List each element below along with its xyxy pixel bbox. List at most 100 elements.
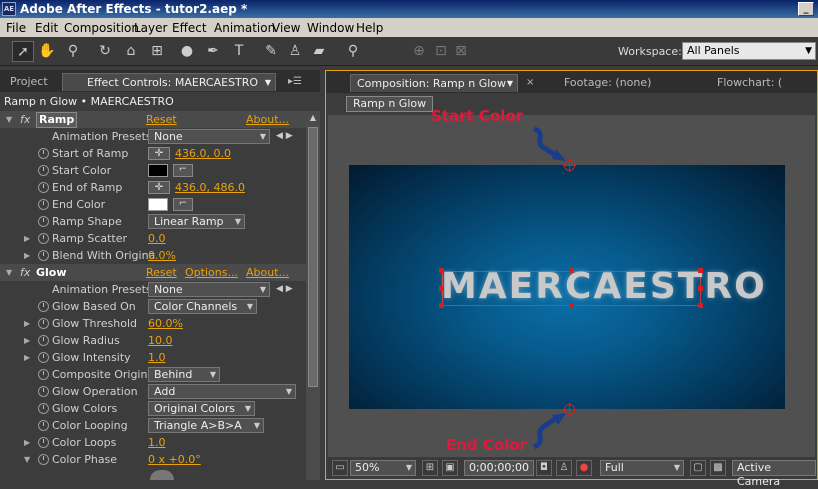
effect-row-ramp[interactable]: ▼ fx Ramp Reset About... <box>0 111 306 128</box>
comp-navigator-button[interactable]: Ramp n Glow <box>346 96 434 112</box>
expand-triangle-icon[interactable]: ▶ <box>24 315 30 332</box>
param-value[interactable]: 0 x +0.0° <box>148 451 201 468</box>
stopwatch-icon[interactable] <box>38 335 49 346</box>
transform-handle[interactable] <box>569 303 574 308</box>
ramp-shape-dropdown[interactable]: Linear Ramp ▼ <box>148 214 245 229</box>
close-icon[interactable]: × <box>520 74 540 92</box>
expand-triangle-icon[interactable]: ▼ <box>6 264 12 281</box>
expand-triangle-icon[interactable]: ▼ <box>6 111 12 128</box>
stopwatch-icon[interactable] <box>38 199 49 210</box>
snapshot-camera-icon[interactable]: ◘ <box>536 460 552 476</box>
param-value[interactable]: 436.0, 0.0 <box>175 145 231 162</box>
param-value[interactable]: 1.0 <box>148 434 166 451</box>
transform-handle[interactable] <box>569 268 574 273</box>
eyedropper-icon[interactable]: ⌐ <box>173 164 193 177</box>
expand-triangle-icon[interactable]: ▶ <box>24 230 30 247</box>
panel-menu-icon[interactable]: ▸☰ <box>282 73 308 91</box>
resolution-dropdown[interactable]: Full ▼ <box>600 460 684 476</box>
transform-handle[interactable] <box>439 286 444 291</box>
start-of-ramp-crosshair-icon[interactable] <box>563 159 576 172</box>
show-snapshot-icon[interactable]: ♙ <box>556 460 572 476</box>
composition-viewer[interactable]: MAERCAESTRO Start Color End Color <box>328 107 815 457</box>
transform-handle[interactable] <box>439 303 444 308</box>
tab-project[interactable]: Project <box>4 73 54 91</box>
effect-controls-scrollbar[interactable]: ▲ <box>306 111 320 480</box>
brush-tool-icon[interactable]: ✎ <box>260 41 282 62</box>
scroll-up-icon[interactable]: ▲ <box>306 111 320 125</box>
stopwatch-icon[interactable] <box>38 369 49 380</box>
menu-window[interactable]: Window <box>307 21 354 35</box>
pan-behind-tool-icon[interactable]: ⊞ <box>146 41 168 62</box>
crosshair-target-icon[interactable]: ✛ <box>148 181 170 194</box>
menu-animation[interactable]: Animation <box>214 21 275 35</box>
chevron-down-icon[interactable]: ▼ <box>507 75 513 93</box>
tab-footage[interactable]: Footage: (none) <box>558 74 657 92</box>
color-looping-dropdown[interactable]: Triangle A>B>A ▼ <box>148 418 264 433</box>
selection-tool-icon[interactable]: ➚ <box>12 41 34 62</box>
param-value[interactable]: 0.0 <box>148 230 166 247</box>
tab-composition[interactable]: Composition: Ramp n Glow ▼ <box>350 74 518 92</box>
minimize-button[interactable]: _ <box>798 2 814 16</box>
stopwatch-icon[interactable] <box>38 437 49 448</box>
glow-reset-link[interactable]: Reset <box>146 264 177 281</box>
crosshair-target-icon[interactable]: ✛ <box>148 147 170 160</box>
eraser-tool-icon[interactable]: ▰ <box>308 41 330 62</box>
transform-handle[interactable] <box>698 303 703 308</box>
menu-file[interactable]: File <box>6 21 26 35</box>
tab-effect-controls[interactable]: Effect Controls: MAERCAESTRO ▼ <box>62 73 276 91</box>
expand-triangle-icon[interactable]: ▶ <box>24 247 30 264</box>
effect-name-ramp[interactable]: Ramp <box>36 112 78 128</box>
current-time-display[interactable]: 0;00;00;00 <box>464 460 534 476</box>
start-color-swatch[interactable] <box>148 164 168 177</box>
pen-tool-icon[interactable]: ✒ <box>202 41 224 62</box>
clone-stamp-tool-icon[interactable]: ♙ <box>284 41 306 62</box>
stopwatch-icon[interactable] <box>38 250 49 261</box>
fx-toggle-icon[interactable]: fx <box>20 264 30 281</box>
expand-triangle-icon[interactable]: ▶ <box>24 349 30 366</box>
mask-view-icon[interactable]: ▣ <box>442 460 458 476</box>
always-preview-icon[interactable]: ▭ <box>332 460 348 476</box>
transparency-grid-icon[interactable]: ▩ <box>710 460 726 476</box>
end-color-swatch[interactable] <box>148 198 168 211</box>
glow-based-on-dropdown[interactable]: Color Channels ▼ <box>148 299 257 314</box>
region-of-interest-icon[interactable]: ▢ <box>690 460 706 476</box>
type-tool-icon[interactable]: T <box>228 41 250 62</box>
color-phase-dial-icon[interactable] <box>150 470 174 480</box>
glow-options-link[interactable]: Options... <box>185 264 238 281</box>
view-axis-icon[interactable]: ⊠ <box>450 41 472 62</box>
ramp-reset-link[interactable]: Reset <box>146 111 177 128</box>
expand-triangle-icon[interactable]: ▼ <box>24 451 30 468</box>
menu-view[interactable]: View <box>272 21 300 35</box>
animation-presets-dropdown[interactable]: None ▼ <box>148 282 270 297</box>
safe-margins-icon[interactable]: ⊞ <box>422 460 438 476</box>
stopwatch-icon[interactable] <box>38 182 49 193</box>
puppet-pin-tool-icon[interactable]: ⚲ <box>342 41 364 62</box>
composite-original-dropdown[interactable]: Behind ▼ <box>148 367 220 382</box>
stopwatch-icon[interactable] <box>38 386 49 397</box>
stopwatch-icon[interactable] <box>38 233 49 244</box>
scrollbar-thumb[interactable] <box>308 127 318 387</box>
glow-operation-dropdown[interactable]: Add ▼ <box>148 384 296 399</box>
stopwatch-icon[interactable] <box>38 420 49 431</box>
world-axis-icon[interactable]: ⊡ <box>430 41 452 62</box>
ellipse-tool-icon[interactable]: ● <box>176 41 198 62</box>
preset-nav-arrows-icon[interactable]: ◀ ▶ <box>276 281 293 298</box>
magnification-dropdown[interactable]: 50% ▼ <box>350 460 416 476</box>
stopwatch-icon[interactable] <box>38 165 49 176</box>
rotation-tool-icon[interactable]: ↻ <box>94 41 116 62</box>
menu-edit[interactable]: Edit <box>35 21 58 35</box>
menu-layer[interactable]: Layer <box>134 21 167 35</box>
workspace-dropdown[interactable]: All Panels ▼ <box>682 42 816 60</box>
hand-tool-icon[interactable]: ✋ <box>36 41 58 62</box>
eyedropper-icon[interactable]: ⌐ <box>173 198 193 211</box>
param-value[interactable]: 0.0% <box>148 247 176 264</box>
menu-composition[interactable]: Composition <box>64 21 139 35</box>
param-value[interactable]: 60.0% <box>148 315 183 332</box>
stopwatch-icon[interactable] <box>38 352 49 363</box>
expand-triangle-icon[interactable]: ▶ <box>24 434 30 451</box>
glow-colors-dropdown[interactable]: Original Colors ▼ <box>148 401 255 416</box>
chevron-down-icon[interactable]: ▼ <box>265 74 271 92</box>
transform-handle[interactable] <box>439 268 444 273</box>
ramp-about-link[interactable]: About... <box>246 111 289 128</box>
effect-row-glow[interactable]: ▼ fx Glow Reset Options... About... <box>0 264 306 281</box>
